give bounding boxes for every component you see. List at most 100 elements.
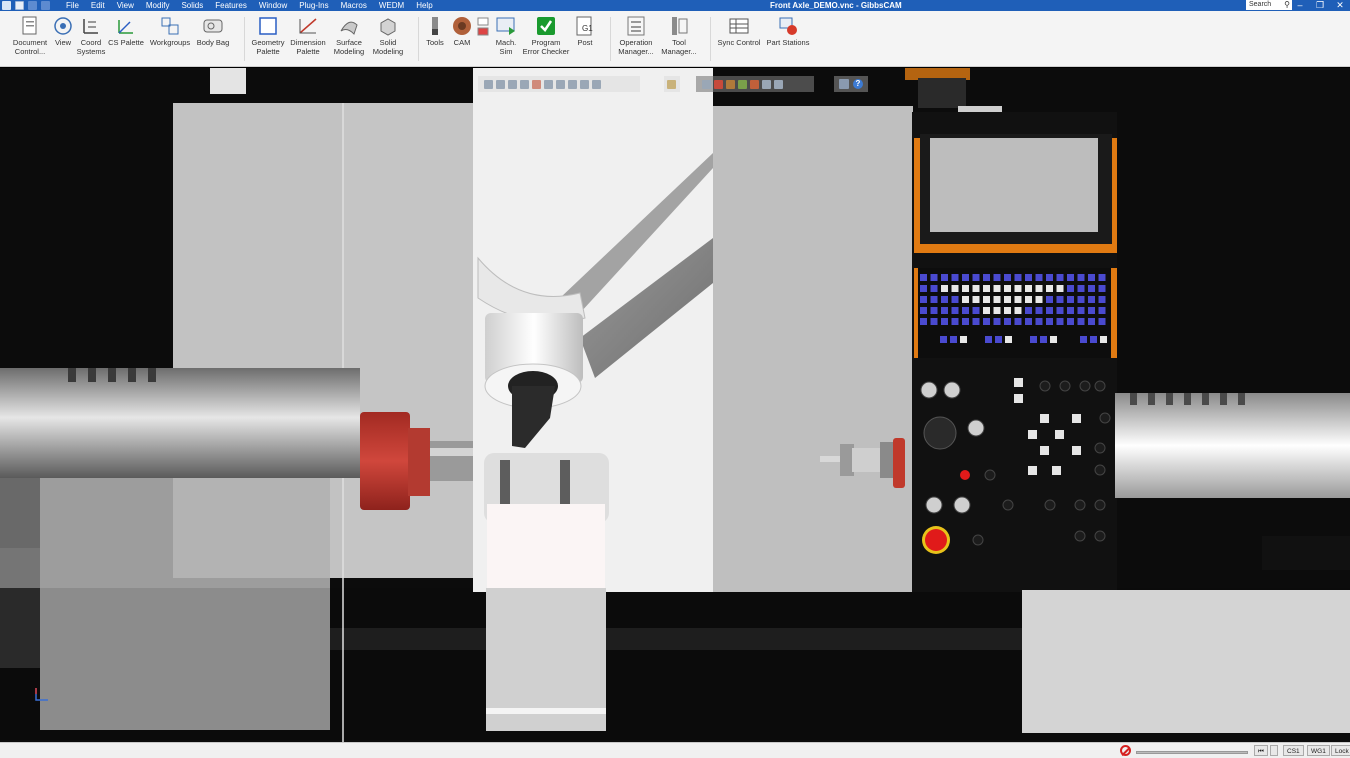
help-icon[interactable]: ? [853, 79, 863, 89]
keypad-key [1035, 285, 1043, 292]
menu-modify[interactable]: Modify [140, 0, 176, 11]
viewport-toolbar-view[interactable] [478, 76, 640, 92]
dimension-palette-button[interactable]: Dimension Palette [288, 15, 328, 56]
geometry-palette-icon [259, 17, 277, 35]
close-icon[interactable]: ✕ [1330, 0, 1350, 11]
part-stations-button[interactable]: Part Stations [764, 15, 812, 48]
keypad-key [1098, 274, 1106, 281]
solid-modeling-button[interactable]: Solid Modeling [368, 15, 408, 56]
keypad-key [1046, 296, 1053, 303]
panel-knob [953, 496, 971, 514]
cs-palette-icon [118, 20, 133, 34]
menu-view[interactable]: View [111, 0, 140, 11]
rewind-icon[interactable]: ⏮ [1254, 745, 1268, 756]
machine-scene [0, 68, 1350, 742]
keypad-key [1098, 296, 1106, 303]
body-bag-button[interactable]: Body Bag [194, 15, 232, 48]
shade-icon[interactable] [592, 79, 601, 89]
coord-systems-icon [83, 19, 98, 34]
lock-indicator[interactable]: Lock [1331, 745, 1350, 756]
menu-features[interactable]: Features [209, 0, 253, 11]
indicator-lamp [960, 470, 970, 480]
pan-icon[interactable] [544, 79, 553, 89]
view-button[interactable]: View [50, 15, 76, 48]
render-icon[interactable] [702, 79, 711, 89]
keypad-key [1056, 307, 1064, 314]
surface-modeling-button[interactable]: Surface Modeling [328, 15, 370, 56]
jog-key [1028, 430, 1037, 439]
machine-simulation-viewport[interactable]: ? [0, 68, 1350, 742]
zoom-icon[interactable] [532, 79, 541, 89]
surface-modeling-label: Surface Modeling [333, 38, 365, 56]
cam-options-button[interactable] [476, 17, 490, 45]
menu-file[interactable]: File [60, 0, 85, 11]
menu-help[interactable]: Help [410, 0, 438, 11]
globe-icon[interactable] [750, 79, 759, 89]
save-icon[interactable] [15, 1, 24, 10]
menu-edit[interactable]: Edit [85, 0, 111, 11]
gibbscam-logo-icon[interactable] [2, 1, 11, 10]
cs-indicator[interactable]: CS1 [1283, 745, 1304, 756]
stop-icon[interactable] [1120, 745, 1131, 756]
document-control-button[interactable]: Document Control... [8, 15, 52, 56]
menu-solids[interactable]: Solids [175, 0, 209, 11]
restore-icon[interactable]: ❐ [1310, 0, 1330, 11]
minimize-icon[interactable]: – [1290, 0, 1310, 11]
view-top-icon[interactable] [508, 79, 517, 89]
simulation-progress-bar[interactable] [1136, 751, 1248, 754]
view-front-icon[interactable] [496, 79, 505, 89]
menu-macros[interactable]: Macros [335, 0, 373, 11]
menu-wedm[interactable]: WEDM [373, 0, 410, 11]
cam-button[interactable]: CAM [448, 15, 476, 48]
undo-icon[interactable] [28, 1, 37, 10]
camera-icon[interactable] [762, 79, 771, 89]
cs-palette-button[interactable]: CS Palette [106, 15, 146, 48]
wg-indicator[interactable]: WG1 [1307, 745, 1330, 756]
keypad-key [962, 285, 969, 292]
dimension-palette-icon [299, 18, 317, 34]
view-side-icon[interactable] [520, 79, 529, 89]
keypad-key [1088, 274, 1095, 281]
geometry-palette-button[interactable]: Geometry Palette [248, 15, 288, 56]
search-input[interactable]: Search ⚲ [1246, 0, 1292, 10]
coord-systems-button[interactable]: Coord Systems [76, 15, 106, 56]
section-icon[interactable] [580, 79, 589, 89]
keypad-key [962, 274, 969, 281]
clip-icon[interactable] [774, 79, 783, 89]
keypad-key [972, 285, 980, 292]
document-control-icon [22, 16, 37, 35]
spindle-housing [0, 478, 330, 588]
tool-manager-label: Tool Manager... [661, 38, 697, 56]
menu-window[interactable]: Window [253, 0, 293, 11]
redo-icon[interactable] [41, 1, 50, 10]
viewport-help-toolbar[interactable]: ? [834, 76, 868, 92]
mach-sim-button[interactable]: Mach. Sim [490, 15, 522, 56]
view-iso-icon[interactable] [484, 79, 493, 89]
program-error-checker-button[interactable]: Program Error Checker [520, 15, 572, 56]
gibbscam-window: File Edit View Modify Solids Features Wi… [0, 0, 1350, 758]
tools-button[interactable]: Tools [422, 15, 448, 48]
panel-mount [918, 78, 966, 108]
operation-manager-button[interactable]: Operation Manager... [614, 15, 658, 56]
screenshot-icon[interactable] [839, 79, 849, 89]
post-button[interactable]: G1 Post [572, 15, 598, 48]
viewport-toolbar-extra[interactable] [664, 76, 680, 92]
light-icon[interactable] [738, 79, 747, 89]
sync-control-button[interactable]: Sync Control [714, 15, 764, 48]
jog-key [1055, 430, 1064, 439]
ribbon-separator [710, 17, 711, 61]
status-icon[interactable] [1270, 745, 1278, 756]
keypad-key [972, 274, 980, 281]
sub-spindle-base [1022, 590, 1350, 733]
rotate-icon[interactable] [556, 79, 565, 89]
viewport-toolbar-render[interactable] [696, 76, 814, 92]
material-icon[interactable] [714, 79, 723, 89]
workgroups-button[interactable]: Workgroups [146, 15, 194, 48]
grid-icon[interactable] [726, 79, 735, 89]
menu-plug-ins[interactable]: Plug-Ins [293, 0, 334, 11]
layer-icon[interactable] [667, 79, 676, 89]
turret-slot [500, 460, 510, 505]
fit-icon[interactable] [568, 79, 577, 89]
keypad-key [1090, 336, 1097, 343]
tool-manager-button[interactable]: Tool Manager... [658, 15, 700, 56]
